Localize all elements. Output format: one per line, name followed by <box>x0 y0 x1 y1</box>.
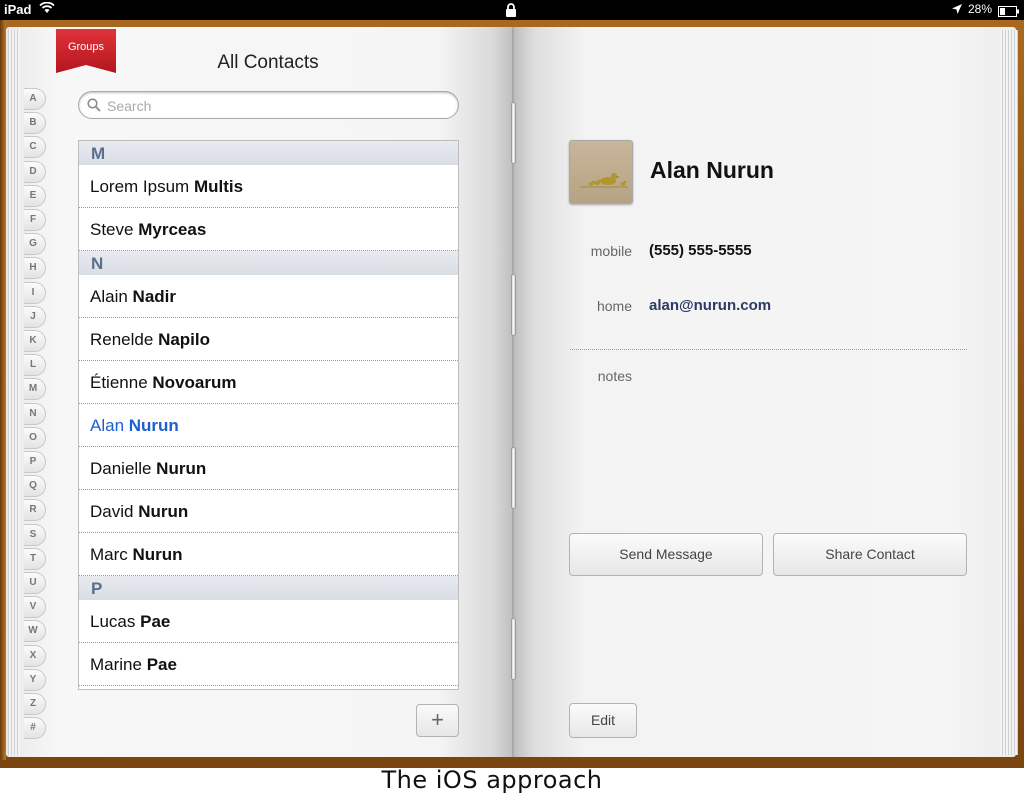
contact-first-name: Marine <box>90 655 142 674</box>
page-title: All Contacts <box>217 52 319 73</box>
section-header: M <box>79 141 458 165</box>
mobile-value[interactable]: (555) 555-5555 <box>649 242 752 259</box>
mobile-label: mobile <box>590 243 632 259</box>
contact-row[interactable]: Lorem Ipsum Multis <box>79 165 458 208</box>
section-header: P <box>79 576 458 600</box>
contact-last-name: Nurun <box>138 502 189 521</box>
contact-row[interactable]: Renelde Napilo <box>79 318 458 361</box>
contact-first-name: Steve <box>90 220 134 239</box>
search-icon <box>87 98 101 117</box>
search-input[interactable] <box>107 96 447 116</box>
send-message-button[interactable]: Send Message <box>569 533 763 576</box>
contact-row[interactable]: Marc Nurun <box>79 533 458 576</box>
left-page-edges <box>8 30 20 755</box>
orientation-lock-icon <box>505 3 517 20</box>
spine-ring <box>511 102 516 164</box>
contact-first-name: Marc <box>90 545 128 564</box>
alpha-index-tab[interactable]: U <box>24 572 46 594</box>
contact-first-name: Lorem Ipsum <box>90 177 190 196</box>
contact-last-name: Nurun <box>156 459 207 478</box>
right-page-edges <box>1000 30 1018 755</box>
spine-ring <box>511 274 516 336</box>
alpha-index-tab[interactable]: Y <box>24 668 46 691</box>
contact-first-name: Alan <box>90 416 125 435</box>
edit-button[interactable]: Edit <box>569 703 637 738</box>
alpha-index-tab[interactable]: I <box>24 281 46 304</box>
groups-button[interactable]: Groups <box>56 29 116 73</box>
contact-last-name: Multis <box>193 177 244 196</box>
ducks-photo-icon <box>580 173 628 188</box>
contacts-list[interactable]: M Lorem Ipsum Multis Steve Myrceas N Alain N… <box>78 140 459 690</box>
alpha-index-tab[interactable]: S <box>24 523 46 546</box>
contact-first-name: Renelde <box>90 330 154 349</box>
contact-last-name: Nurun <box>132 545 183 564</box>
alpha-index-tab[interactable]: T <box>24 547 46 570</box>
spine-ring <box>511 447 516 509</box>
alpha-index-tab[interactable]: A <box>24 88 46 110</box>
home-email-value[interactable]: alan@nurun.com <box>649 297 771 314</box>
divider <box>570 349 967 350</box>
alpha-index-tab[interactable]: X <box>24 644 46 667</box>
right-page <box>514 27 1016 757</box>
contact-name: Alan Nurun <box>650 157 774 183</box>
alpha-index-tab[interactable]: F <box>24 209 46 231</box>
contact-row[interactable]: David Nurun <box>79 490 458 533</box>
caption: The iOS approach <box>381 766 603 794</box>
contact-row[interactable]: Lucas Pae <box>79 600 458 643</box>
avatar[interactable] <box>569 140 633 204</box>
alpha-index-tab[interactable]: J <box>24 305 46 328</box>
alpha-index-tab[interactable]: P <box>24 451 46 473</box>
groups-label: Groups <box>67 41 105 53</box>
contact-last-name: Pae <box>140 612 171 631</box>
battery-percent: 28% <box>968 2 993 16</box>
section-header: N <box>79 251 458 275</box>
alpha-index-tab[interactable]: N <box>24 402 46 425</box>
carrier-label: iPad <box>4 2 32 17</box>
contact-first-name: David <box>90 502 134 521</box>
status-bar: iPad 28% <box>0 0 1024 20</box>
contact-first-name: Lucas <box>90 612 136 631</box>
contact-last-name: Nurun <box>128 416 179 435</box>
home-email-label: home <box>596 298 632 314</box>
wifi-icon <box>39 1 55 17</box>
share-contact-button[interactable]: Share Contact <box>773 533 967 576</box>
contact-row[interactable]: Étienne Novoarum <box>79 361 458 404</box>
contact-first-name: Étienne <box>90 373 148 392</box>
contact-row[interactable]: Marine Pae <box>79 643 458 686</box>
alpha-index-tab[interactable]: E <box>24 184 46 207</box>
contact-row[interactable]: Steve Myrceas <box>79 208 458 251</box>
alpha-index-tab[interactable]: Z <box>24 693 46 715</box>
search-bar[interactable] <box>78 91 459 119</box>
alpha-index-tab[interactable]: D <box>24 160 46 183</box>
contact-last-name: Myrceas <box>138 220 207 239</box>
contact-last-name: Pae <box>146 655 177 674</box>
contact-last-name: Novoarum <box>152 373 237 392</box>
contact-first-name: Danielle <box>90 459 152 478</box>
location-icon <box>951 3 963 18</box>
notes-label: notes <box>597 368 632 384</box>
contact-row[interactable]: Danielle Nurun <box>79 447 458 490</box>
alpha-index-tab[interactable]: K <box>24 330 46 352</box>
contact-last-name: Nadir <box>132 287 177 306</box>
contact-first-name: Alain <box>90 287 128 306</box>
contact-row[interactable]: Alain Nadir <box>79 275 458 318</box>
contact-row-selected[interactable]: Alan Nurun <box>79 404 458 447</box>
alpha-index-tab[interactable]: O <box>24 426 46 449</box>
battery-icon <box>998 5 1020 20</box>
contact-last-name: Napilo <box>158 330 211 349</box>
spine-ring <box>511 618 516 680</box>
add-contact-button[interactable]: + <box>416 704 459 737</box>
